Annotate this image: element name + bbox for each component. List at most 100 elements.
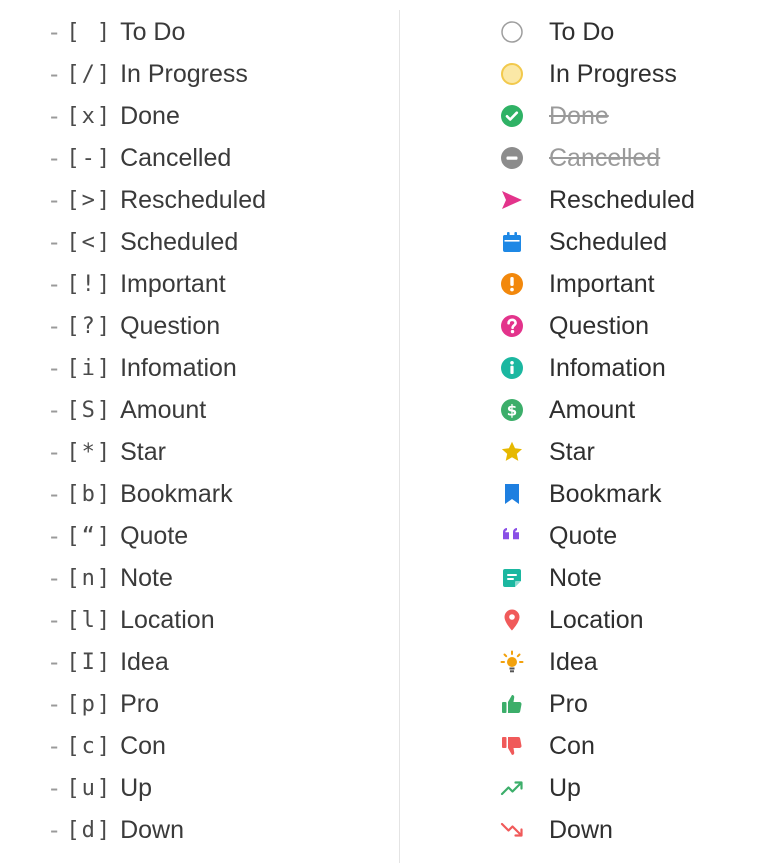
checkbox-syntax: [S] [66,397,113,423]
list-bullet-dash: - [50,269,59,298]
checkbox-syntax: [ ] [66,19,113,45]
status-label: Star [120,437,166,466]
rendered-label: Cancelled [549,143,661,172]
rendered-row: Done [500,95,770,137]
rendered-label: Down [549,815,613,844]
rendered-label: Con [549,731,595,760]
rendered-row: Question [500,305,770,347]
syntax-row: - [p] Pro [50,683,380,725]
rendered-row: Note [500,557,770,599]
status-label: Down [120,815,184,844]
star-icon[interactable] [500,440,524,464]
info-circle-icon[interactable] [500,356,524,380]
rendered-row: Up [500,767,770,809]
checkbox-syntax: [b] [66,481,113,507]
syntax-row: - [>] Rescheduled [50,179,380,221]
status-label: Pro [120,689,159,718]
checkbox-syntax: [p] [66,691,113,717]
trend-down-icon[interactable] [500,818,524,842]
rendered-label: Location [549,605,644,634]
list-bullet-dash: - [50,521,59,550]
syntax-row: - [x] Done [50,95,380,137]
rendered-label: Rescheduled [549,185,695,214]
list-bullet-dash: - [50,773,59,802]
syntax-row: - [S] Amount [50,389,380,431]
location-pin-icon[interactable] [500,608,524,632]
status-label: Question [120,311,221,340]
checkbox-syntax: [-] [66,145,113,171]
list-bullet-dash: - [50,59,59,88]
status-label: Infomation [120,353,237,382]
dollar-circle-icon[interactable]: $ [500,398,524,422]
checkbox-syntax: [c] [66,733,113,759]
lightbulb-icon[interactable] [500,650,524,674]
list-bullet-dash: - [50,563,59,592]
rendered-row: Infomation [500,347,770,389]
rendered-label: Done [549,101,609,130]
rendered-label: To Do [549,17,615,46]
quote-icon[interactable] [500,524,524,548]
column-divider [399,10,400,863]
rendered-row: Important [500,263,770,305]
status-label: Bookmark [120,479,233,508]
thumbs-up-icon[interactable] [500,692,524,716]
rendered-label: Idea [549,647,598,676]
checkbox-syntax: [/] [66,61,113,87]
rendered-label: Note [549,563,602,592]
list-bullet-dash: - [50,185,59,214]
checkbox-syntax: [“] [66,523,113,549]
status-label: Up [120,773,153,802]
rendered-row: Idea [500,641,770,683]
checkbox-syntax: [x] [66,103,113,129]
thumbs-down-icon[interactable] [500,734,524,758]
syntax-row: - [c] Con [50,725,380,767]
syntax-row: - [d] Down [50,809,380,851]
syntax-row: - [-] Cancelled [50,137,380,179]
exclamation-circle-icon[interactable] [500,272,524,296]
rendered-label: Question [549,311,650,340]
checkbox-syntax: [<] [66,229,113,255]
status-label: Note [120,563,173,592]
rendered-label: Infomation [549,353,666,382]
half-circle-icon[interactable] [500,62,524,86]
syntax-row: - [l] Location [50,599,380,641]
checkbox-syntax: [i] [66,355,113,381]
status-label: Idea [120,647,169,676]
rendered-label: In Progress [549,59,677,88]
status-label: Important [120,269,226,298]
list-bullet-dash: - [50,311,59,340]
rendered-row: Quote [500,515,770,557]
question-circle-icon[interactable] [500,314,524,338]
empty-circle-icon[interactable] [500,20,524,44]
syntax-row: - [!] Important [50,263,380,305]
rendered-row: Scheduled [500,221,770,263]
checkbox-syntax: [I] [66,649,113,675]
syntax-row: - [*] Star [50,431,380,473]
rendered-label: Amount [549,395,636,424]
syntax-row: - [b] Bookmark [50,473,380,515]
status-label: Quote [120,521,189,550]
syntax-row: -[ ] To Do [50,11,380,53]
calendar-icon[interactable] [500,230,524,254]
rendered-row: In Progress [500,53,770,95]
bookmark-icon[interactable] [500,482,524,506]
list-bullet-dash: - [50,647,59,676]
rendered-list: To Do In Progress Done Cancelled Rescheduled… [500,11,770,851]
send-arrow-icon[interactable] [500,188,524,212]
syntax-list: -[ ] To Do - [/] In Progress - [x] Done - [-] Canc… [50,11,380,851]
note-icon[interactable] [500,566,524,590]
rendered-row: $ Amount [500,389,770,431]
status-label: Rescheduled [120,185,267,214]
trend-up-icon[interactable] [500,776,524,800]
rendered-row: Star [500,431,770,473]
rendered-label: Pro [549,689,588,718]
checkbox-syntax: [d] [66,817,113,843]
syntax-row: - [?] Question [50,305,380,347]
rendered-row: To Do [500,11,770,53]
syntax-row: - [/] In Progress [50,53,380,95]
minus-circle-icon[interactable] [500,146,524,170]
rendered-label: Scheduled [549,227,668,256]
list-bullet-dash: - [50,731,59,760]
syntax-row: - [n] Note [50,557,380,599]
check-circle-icon[interactable] [500,104,524,128]
